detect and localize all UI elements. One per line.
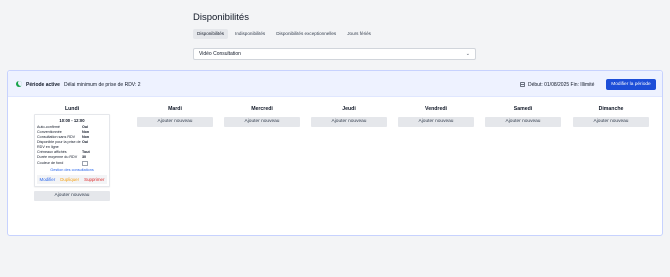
period-date-range: Début: 01/08/2025 Fin: Illimité	[520, 82, 594, 88]
day-column-mardi: Mardi Ajouter nouveau	[137, 105, 213, 127]
day-name: Mercredi	[251, 106, 273, 112]
slot-row: Disponible pour la prise de RDV en ligne…	[37, 140, 107, 150]
modify-button[interactable]: Modifier	[40, 177, 56, 182]
period-label: Période active	[26, 81, 60, 88]
day-name: Lundi	[64, 106, 80, 112]
add-new-button[interactable]: Ajouter nouveau	[398, 117, 474, 127]
period-date-range-text: Début: 01/08/2025 Fin: Illimité	[528, 81, 595, 88]
calendar-icon	[520, 82, 525, 87]
day-column-vendredi: Vendredi Ajouter nouveau	[398, 105, 474, 127]
duplicate-button[interactable]: Dupliquer	[60, 177, 79, 182]
day-column-mercredi: Mercredi Ajouter nouveau	[224, 105, 300, 127]
tab-jours-feries[interactable]: Jours fériés	[343, 29, 375, 39]
add-new-button[interactable]: Ajouter nouveau	[137, 117, 213, 127]
tab-disponibilites[interactable]: Disponibilités	[193, 29, 229, 39]
slot-time: 10:00 - 12:00	[59, 118, 85, 123]
edit-period-button[interactable]: Modifier la période	[606, 78, 656, 90]
slot-row-label: Disponible pour la prise de RDV en ligne	[37, 140, 81, 149]
consultation-type-value: Vidéo Consultation	[199, 51, 241, 57]
add-new-button[interactable]: Ajouter nouveau	[311, 117, 387, 127]
day-name: Mardi	[168, 106, 182, 112]
period-bar: Période active Délai minimum de prise de…	[8, 71, 662, 97]
page-title: Disponibilités	[193, 12, 249, 23]
add-new-button[interactable]: Ajouter nouveau	[224, 117, 300, 127]
tab-indisponibilites[interactable]: Indisponibilités	[231, 29, 269, 39]
active-period-icon	[16, 81, 22, 87]
day-name: Samedi	[513, 106, 533, 112]
period-delay: Délai minimum de prise de RDV: 2	[64, 81, 141, 88]
background-color-label: Couleur de fond	[37, 161, 64, 165]
add-new-button[interactable]: Ajouter nouveau	[485, 117, 561, 127]
day-column-lundi: Lundi 10:00 - 12:00 Auto-confirmé Oui Co…	[34, 105, 110, 201]
slot-row: Couleur de fond	[37, 161, 107, 166]
day-name: Jeudi	[342, 106, 356, 112]
consultation-type-select[interactable]: Vidéo Consultation ⌄	[193, 48, 476, 60]
tab-disponibilites-exceptionnelles[interactable]: Disponibilités exceptionnelles	[272, 29, 340, 39]
availability-slot: 10:00 - 12:00 Auto-confirmé Oui Conventi…	[34, 114, 110, 187]
tab-bar: Disponibilités Indisponibilités Disponib…	[193, 29, 375, 39]
chevron-down-icon: ⌄	[465, 51, 470, 57]
background-color-swatch[interactable]	[82, 161, 88, 166]
day-name: Vendredi	[425, 106, 447, 112]
add-new-button[interactable]: Ajouter nouveau	[573, 117, 649, 127]
slot-row-value: 30	[82, 155, 87, 159]
slot-row-value: Oui	[82, 140, 89, 144]
day-name: Dimanche	[598, 106, 624, 112]
manage-consultations-link[interactable]: Gestion des consultations	[37, 168, 107, 172]
day-column-jeudi: Jeudi Ajouter nouveau	[311, 105, 387, 127]
day-column-dimanche: Dimanche Ajouter nouveau	[573, 105, 649, 127]
add-new-button[interactable]: Ajouter nouveau	[34, 191, 110, 201]
slot-row-label: Durée moyenne du RDV	[37, 155, 78, 159]
delete-button[interactable]: Supprimer	[84, 177, 104, 182]
slot-row: Durée moyenne du RDV 30	[37, 155, 107, 160]
day-column-samedi: Samedi Ajouter nouveau	[485, 105, 561, 127]
slot-actions: Modifier Dupliquer Supprimer	[37, 175, 107, 184]
availability-card: Période active Délai minimum de prise de…	[7, 70, 663, 236]
